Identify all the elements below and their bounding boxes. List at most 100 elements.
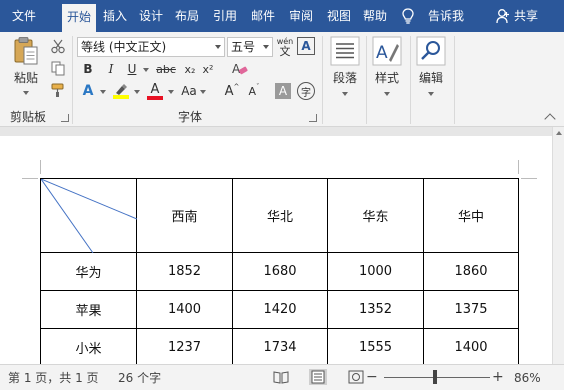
tab-review[interactable]: 审阅: [284, 0, 318, 32]
clear-formatting-icon[interactable]: A: [231, 61, 249, 77]
text-effects-label: A: [82, 83, 94, 99]
paste-button[interactable]: 粘贴: [8, 36, 44, 98]
table-cell[interactable]: 1555: [327, 328, 424, 364]
zoom-slider-thumb[interactable]: [433, 370, 437, 384]
shrink-font-button[interactable]: Aˇ: [246, 82, 262, 100]
diagonal-header-cell[interactable]: [40, 178, 137, 253]
chevron-down-icon: [23, 91, 29, 95]
crop-mark: [40, 160, 41, 174]
grow-font-button[interactable]: A ^: [224, 82, 240, 100]
chevron-down-icon: [342, 92, 348, 96]
subscript-button[interactable]: x₂: [182, 60, 198, 78]
styles-label: 样式: [374, 71, 399, 85]
clipboard-launcher-icon[interactable]: [61, 114, 69, 122]
superscript-button[interactable]: x²: [200, 60, 216, 78]
phonetic-guide-button[interactable]: wén 文: [276, 36, 294, 58]
tab-file[interactable]: 文件: [4, 0, 44, 32]
tab-view[interactable]: 视图: [322, 0, 356, 32]
editing-button[interactable]: 编辑: [414, 36, 448, 100]
tab-mailings[interactable]: 邮件: [246, 0, 280, 32]
column-header[interactable]: 华中: [423, 178, 519, 253]
strikethrough-button[interactable]: abc: [154, 60, 178, 78]
paragraph-button[interactable]: 段落: [328, 36, 362, 100]
chevron-down-icon[interactable]: [100, 90, 106, 94]
column-header[interactable]: 西南: [136, 178, 233, 253]
char-border-button[interactable]: A: [297, 37, 315, 55]
table-cell[interactable]: 1420: [232, 290, 328, 329]
chevron-down-icon[interactable]: [200, 90, 206, 94]
enclose-chars-button[interactable]: 字: [297, 82, 315, 100]
table-cell[interactable]: 1734: [232, 328, 328, 364]
clipboard-icon: [14, 37, 38, 65]
table-cell[interactable]: 1237: [136, 328, 233, 364]
zoom-out-button[interactable]: −: [366, 365, 378, 390]
phonetic-guide-char: 文: [279, 45, 291, 58]
zoom-slider-track[interactable]: [384, 377, 490, 378]
web-layout-icon[interactable]: [347, 369, 365, 385]
crop-mark: [518, 160, 519, 174]
paste-label: 粘贴: [13, 71, 38, 85]
tab-help[interactable]: 帮助: [358, 0, 392, 32]
zoom-in-button[interactable]: +: [492, 365, 504, 390]
font-color-swatch: [147, 95, 163, 100]
font-launcher-icon[interactable]: [309, 114, 317, 122]
lightbulb-icon[interactable]: [399, 7, 417, 25]
table-cell[interactable]: 1352: [327, 290, 424, 329]
highlight-color-button[interactable]: [111, 81, 131, 101]
bold-button[interactable]: B: [80, 60, 96, 78]
table-cell[interactable]: 1400: [136, 290, 233, 329]
table-cell[interactable]: 1400: [423, 328, 519, 364]
chevron-down-icon[interactable]: [168, 90, 174, 94]
ribbon-tab-bar: 文件 开始 插入 设计 布局 引用 邮件 审阅 视图 帮助 告诉我 共享: [0, 0, 564, 32]
tab-design[interactable]: 设计: [134, 0, 168, 32]
scissors-icon[interactable]: [50, 38, 66, 54]
table-cell[interactable]: 1852: [136, 252, 233, 291]
row-header[interactable]: 小米: [40, 328, 137, 364]
document-page[interactable]: 西南 华北 华东 华中 华为 1852 1680 1000 1860 苹果 14…: [0, 136, 552, 364]
shrink-font-label: A: [248, 84, 257, 98]
char-shading-button[interactable]: A: [275, 83, 291, 99]
read-mode-icon[interactable]: [272, 369, 290, 385]
underline-button[interactable]: U: [124, 60, 140, 78]
text-effects-button[interactable]: A: [80, 82, 96, 100]
tab-layout[interactable]: 布局: [170, 0, 204, 32]
grow-font-label: A: [224, 83, 234, 99]
paragraph-label: 段落: [332, 71, 357, 85]
font-color-button[interactable]: A: [145, 81, 165, 101]
font-name-combo[interactable]: 等线 (中文正文): [77, 37, 225, 57]
print-layout-icon[interactable]: [309, 369, 327, 385]
chevron-down-icon[interactable]: [134, 90, 140, 94]
table-cell[interactable]: 1000: [327, 252, 424, 291]
italic-button[interactable]: I: [103, 60, 119, 78]
table-row: 苹果 1400 1420 1352 1375: [40, 290, 519, 329]
row-header[interactable]: 苹果: [40, 290, 137, 329]
table-cell[interactable]: 1860: [423, 252, 519, 291]
collapse-ribbon-icon[interactable]: [544, 113, 556, 125]
tab-references[interactable]: 引用: [208, 0, 242, 32]
zoom-level[interactable]: 86%: [514, 365, 541, 390]
clipboard-group-label: 剪贴板: [10, 110, 47, 124]
table-header-row: 西南 华北 华东 华中: [40, 178, 519, 253]
column-header[interactable]: 华东: [327, 178, 424, 253]
column-header[interactable]: 华北: [232, 178, 328, 253]
font-size-value: 五号: [231, 40, 256, 54]
chevron-down-icon: [215, 45, 221, 49]
vertical-scrollbar[interactable]: [552, 127, 564, 364]
row-header[interactable]: 华为: [40, 252, 137, 291]
scroll-up-icon[interactable]: [556, 131, 562, 135]
tab-home[interactable]: 开始: [62, 4, 96, 32]
chevron-down-icon[interactable]: [143, 68, 149, 72]
page-count[interactable]: 第 1 页，共 1 页: [8, 365, 99, 390]
table-cell[interactable]: 1375: [423, 290, 519, 329]
svg-text:A: A: [376, 43, 388, 63]
change-case-button[interactable]: Aa: [180, 82, 198, 100]
font-size-combo[interactable]: 五号: [227, 37, 273, 57]
table-cell[interactable]: 1680: [232, 252, 328, 291]
copy-icon[interactable]: [50, 60, 66, 76]
tab-insert[interactable]: 插入: [98, 0, 132, 32]
font-color-label: A: [150, 81, 160, 97]
format-painter-icon[interactable]: [50, 82, 66, 98]
styles-button[interactable]: A 样式: [370, 36, 404, 100]
tell-me-search[interactable]: 告诉我: [424, 0, 468, 32]
word-count[interactable]: 26 个字: [118, 365, 161, 390]
